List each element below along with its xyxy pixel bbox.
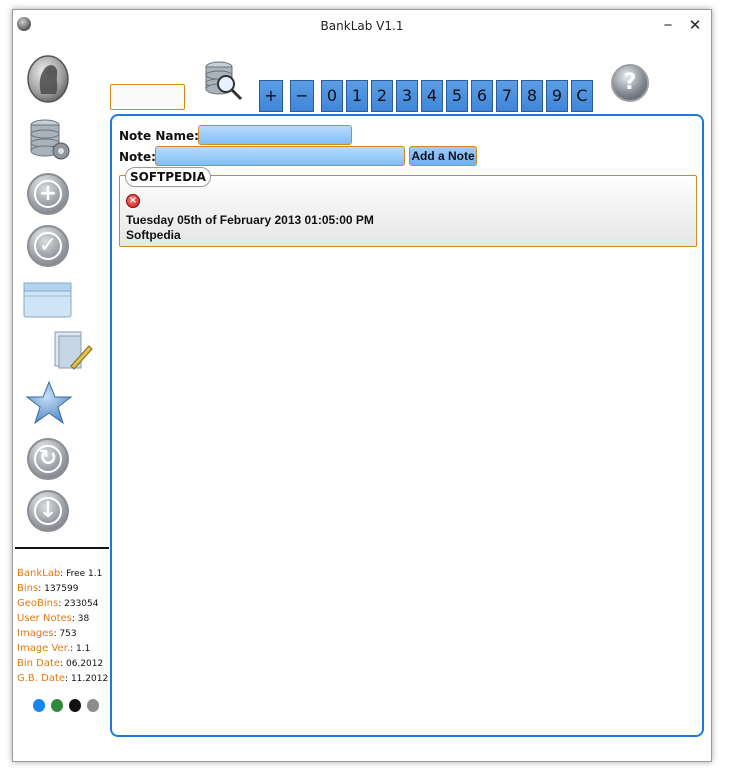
stat-row: BankLab: Free 1.1 bbox=[17, 568, 103, 579]
note-label: Note: bbox=[119, 150, 156, 164]
note-card: SOFTPEDIA × Tuesday 05th of February 201… bbox=[119, 167, 697, 247]
digit-1-button[interactable]: 1 bbox=[346, 80, 368, 112]
note-text: Softpedia bbox=[126, 228, 181, 242]
stat-label: Bins bbox=[17, 583, 39, 594]
minimize-button[interactable]: − bbox=[655, 16, 681, 36]
add-glyph: + bbox=[34, 180, 62, 208]
folder-edit-icon[interactable] bbox=[51, 328, 95, 372]
digit-8-button[interactable]: 8 bbox=[521, 80, 543, 112]
close-button[interactable]: ✕ bbox=[682, 16, 708, 36]
note-date: Tuesday 05th of February 2013 01:05:00 P… bbox=[126, 213, 374, 227]
stat-row: Images: 753 bbox=[17, 628, 77, 639]
note-name-label: Note Name: bbox=[119, 129, 199, 143]
refresh-glyph: ↻ bbox=[34, 445, 62, 473]
stat-value: 11.2012 bbox=[70, 674, 109, 684]
stat-value: 137599 bbox=[44, 584, 79, 594]
stat-label: BankLab bbox=[17, 568, 61, 579]
stat-value: Free 1.1 bbox=[66, 569, 103, 579]
help-icon[interactable]: ? bbox=[611, 64, 649, 102]
stat-value: 1.1 bbox=[76, 644, 91, 654]
digit-6-button[interactable]: 6 bbox=[471, 80, 493, 112]
theme-green-button[interactable] bbox=[51, 699, 63, 712]
stat-row: Image Ver.: 1.1 bbox=[17, 643, 91, 654]
download-glyph: ↓ bbox=[34, 497, 62, 525]
digit-5-button[interactable]: 5 bbox=[446, 80, 468, 112]
stat-value: 38 bbox=[77, 614, 90, 624]
star-icon[interactable] bbox=[25, 380, 73, 426]
digit-2-button[interactable]: 2 bbox=[371, 80, 393, 112]
theme-black-button[interactable] bbox=[69, 699, 81, 712]
stat-label: Image Ver. bbox=[17, 643, 71, 654]
digit-0-button[interactable]: 0 bbox=[321, 80, 343, 112]
check-glyph: ✓ bbox=[34, 232, 62, 260]
note-title: SOFTPEDIA bbox=[125, 167, 211, 187]
plus-key-button[interactable]: + bbox=[259, 80, 283, 112]
title-bar: BankLab V1.1 − ✕ bbox=[13, 10, 711, 42]
window-title: BankLab V1.1 bbox=[320, 19, 404, 33]
logo-portrait-icon[interactable] bbox=[25, 54, 71, 104]
stat-row: User Notes: 38 bbox=[17, 613, 90, 624]
notes-panel: Note Name: Note: Add a Note SOFTPEDIA × … bbox=[110, 114, 704, 737]
clear-key-button[interactable]: C bbox=[571, 80, 593, 112]
digit-9-button[interactable]: 9 bbox=[546, 80, 568, 112]
stat-label: User Notes bbox=[17, 613, 72, 624]
database-settings-icon[interactable] bbox=[27, 117, 71, 163]
delete-note-icon[interactable]: × bbox=[126, 194, 140, 208]
stat-row: Bins: 137599 bbox=[17, 583, 79, 594]
refresh-icon[interactable]: ↻ bbox=[27, 438, 69, 480]
digit-7-button[interactable]: 7 bbox=[496, 80, 518, 112]
minus-key-button[interactable]: − bbox=[290, 80, 314, 112]
stats-panel: BankLab: Free 1.1 Bins: 137599 GeoBins: … bbox=[17, 566, 113, 686]
note-name-field[interactable] bbox=[198, 125, 352, 145]
search-input[interactable] bbox=[110, 84, 185, 110]
stat-row: Bin Date: 06.2012 bbox=[17, 658, 104, 669]
stat-value: 06.2012 bbox=[65, 659, 104, 669]
database-search-icon[interactable] bbox=[203, 60, 245, 102]
check-icon[interactable]: ✓ bbox=[27, 225, 69, 267]
note-field[interactable] bbox=[155, 146, 405, 166]
digit-3-button[interactable]: 3 bbox=[396, 80, 418, 112]
stat-value: 753 bbox=[59, 629, 77, 639]
add-note-button[interactable]: Add a Note bbox=[409, 146, 477, 166]
stat-label: Bin Date bbox=[17, 658, 61, 669]
app-window: BankLab V1.1 − ✕ + ✓ ↻ ↓ BankLab: Free 1… bbox=[12, 9, 712, 762]
stat-label: GeoBins bbox=[17, 598, 59, 609]
stat-value: 233054 bbox=[64, 599, 99, 609]
stat-row: GeoBins: 233054 bbox=[17, 598, 99, 609]
digit-4-button[interactable]: 4 bbox=[421, 80, 443, 112]
stat-label: G.B. Date bbox=[17, 673, 66, 684]
theme-blue-button[interactable] bbox=[33, 699, 45, 712]
window-icon[interactable] bbox=[23, 282, 73, 320]
stat-row: G.B. Date: 11.2012 bbox=[17, 673, 109, 684]
theme-gray-button[interactable] bbox=[87, 699, 99, 712]
sidebar-divider bbox=[15, 547, 109, 549]
download-icon[interactable]: ↓ bbox=[27, 490, 69, 532]
add-icon[interactable]: + bbox=[27, 173, 69, 215]
stat-label: Images bbox=[17, 628, 54, 639]
